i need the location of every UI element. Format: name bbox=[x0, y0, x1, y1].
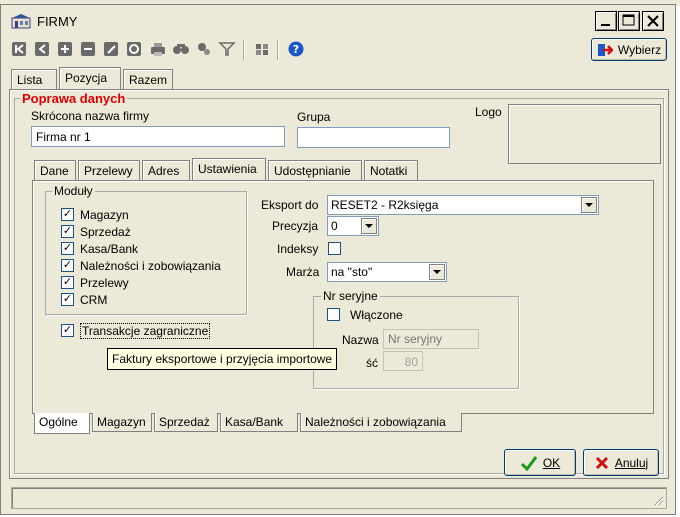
tab-adres[interactable]: Adres bbox=[142, 160, 190, 180]
tab-ogolne[interactable]: Ogólne bbox=[34, 413, 90, 434]
export-label: Eksport do bbox=[261, 198, 319, 212]
margin-select[interactable]: na "sto" bbox=[327, 262, 447, 282]
tab-kasa-bank[interactable]: Kasa/Bank bbox=[220, 413, 298, 432]
add-record-icon[interactable] bbox=[57, 40, 75, 58]
chevron-down-icon[interactable] bbox=[581, 197, 597, 213]
ok-button-label: OK bbox=[542, 455, 561, 470]
first-record-icon[interactable] bbox=[11, 40, 29, 58]
module-naleznosci-checkbox[interactable]: ✓ Należności i zobowiązania bbox=[61, 257, 221, 274]
title-bar[interactable]: FIRMY bbox=[1, 5, 675, 35]
building-icon bbox=[11, 14, 31, 29]
status-bar bbox=[11, 487, 667, 509]
window-title: FIRMY bbox=[37, 14, 78, 29]
find-icon[interactable] bbox=[172, 40, 190, 58]
minimize-button[interactable] bbox=[595, 11, 617, 31]
cancel-button[interactable]: Anuluj bbox=[583, 449, 659, 476]
logo-label: Logo bbox=[475, 105, 502, 119]
tab-naleznosci[interactable]: Należności i zobowiązania bbox=[300, 413, 462, 432]
group-input[interactable] bbox=[297, 127, 450, 148]
indexes-checkbox[interactable] bbox=[328, 242, 341, 255]
short-name-input[interactable] bbox=[31, 126, 285, 147]
tab-lista[interactable]: Lista bbox=[11, 69, 57, 89]
tab-udostepnianie[interactable]: Udostępnianie bbox=[268, 160, 362, 180]
select-button[interactable]: Wybierz bbox=[591, 38, 667, 61]
short-name-label: Skrócona nazwa firmy bbox=[31, 109, 150, 123]
inner-panel: Moduły ✓ Magazyn ✓ Sprzedaż ✓ Kasa/Bank … bbox=[32, 180, 654, 414]
help-icon[interactable]: ? bbox=[287, 40, 305, 58]
delete-record-icon[interactable] bbox=[80, 40, 98, 58]
cross-icon bbox=[595, 456, 608, 469]
checkmark-icon bbox=[520, 455, 538, 471]
door-arrow-icon bbox=[597, 43, 613, 56]
indexes-label: Indeksy bbox=[277, 242, 319, 256]
refresh-icon[interactable] bbox=[126, 40, 144, 58]
select-button-label: Wybierz bbox=[617, 42, 662, 57]
chevron-down-icon[interactable] bbox=[429, 264, 445, 280]
cancel-button-label: Anuluj bbox=[614, 455, 649, 470]
close-icon bbox=[647, 15, 659, 27]
serial-name-label: Nazwa bbox=[342, 333, 379, 347]
module-magazyn-checkbox[interactable]: ✓ Magazyn bbox=[61, 206, 221, 223]
svg-text:?: ? bbox=[293, 43, 299, 56]
modules-title: Moduły bbox=[52, 184, 95, 198]
module-sprzedaz-checkbox[interactable]: ✓ Sprzedaż bbox=[61, 223, 221, 240]
chevron-down-icon[interactable] bbox=[361, 218, 377, 234]
precision-label: Precyzja bbox=[272, 219, 319, 233]
serial-length-label: ść bbox=[366, 356, 378, 370]
resize-grip-icon[interactable] bbox=[652, 494, 664, 506]
module-kasa-bank-checkbox[interactable]: ✓ Kasa/Bank bbox=[61, 240, 221, 257]
transakcje-checkbox[interactable]: ✓ Transakcje zagraniczne bbox=[61, 322, 211, 339]
edit-record-icon[interactable] bbox=[103, 40, 121, 58]
toolbar: ? Wybierz bbox=[7, 37, 669, 63]
serial-length-input[interactable]: 80 bbox=[383, 351, 423, 371]
tab-magazyn[interactable]: Magazyn bbox=[92, 413, 152, 432]
module-crm-checkbox[interactable]: ✓ CRM bbox=[61, 291, 221, 308]
serial-name-input[interactable] bbox=[383, 329, 479, 349]
module-przelewy-checkbox[interactable]: ✓ Przelewy bbox=[61, 274, 221, 291]
tooltip: Faktury eksportowe i przyjęcia importowe bbox=[107, 348, 338, 370]
minimize-icon bbox=[601, 24, 610, 26]
modules-list: ✓ Magazyn ✓ Sprzedaż ✓ Kasa/Bank ✓ Należ… bbox=[61, 206, 221, 308]
main-panel: Poprawa danych Skrócona nazwa firmy Grup… bbox=[9, 89, 669, 479]
toolbar-separator bbox=[243, 40, 245, 60]
tab-sprzedaz[interactable]: Sprzedaż bbox=[154, 413, 218, 432]
tab-razem[interactable]: Razem bbox=[123, 69, 173, 89]
prev-record-icon[interactable] bbox=[34, 40, 52, 58]
settings-icon[interactable] bbox=[253, 40, 271, 58]
tab-dane[interactable]: Dane bbox=[34, 160, 76, 180]
precision-select[interactable]: 0 bbox=[327, 216, 379, 236]
tab-ustawienia[interactable]: Ustawienia bbox=[192, 158, 266, 180]
toolbar-separator bbox=[277, 40, 279, 60]
tab-notatki[interactable]: Notatki bbox=[364, 160, 418, 180]
maximize-icon bbox=[622, 14, 635, 26]
margin-label: Marża bbox=[286, 265, 320, 279]
tools-icon[interactable] bbox=[195, 40, 213, 58]
firmy-window: FIRMY ? Wybierz Lista Pozycja Razem Popr… bbox=[0, 4, 676, 515]
print-icon[interactable] bbox=[149, 40, 167, 58]
serial-title: Nr seryjne bbox=[321, 289, 380, 303]
tab-pozycja[interactable]: Pozycja bbox=[59, 67, 121, 89]
group-label: Grupa bbox=[297, 110, 331, 124]
logo-box[interactable] bbox=[508, 104, 661, 164]
section-heading: Poprawa danych bbox=[20, 91, 128, 106]
tab-przelewy[interactable]: Przelewy bbox=[78, 160, 140, 180]
filter-icon[interactable] bbox=[218, 40, 236, 58]
close-button[interactable] bbox=[642, 11, 664, 31]
export-select[interactable]: RESET2 - R2księga bbox=[327, 195, 599, 215]
serial-enabled-checkbox[interactable]: Włączone bbox=[327, 306, 403, 323]
maximize-button[interactable] bbox=[618, 11, 640, 31]
ok-button[interactable]: OK bbox=[504, 449, 576, 476]
